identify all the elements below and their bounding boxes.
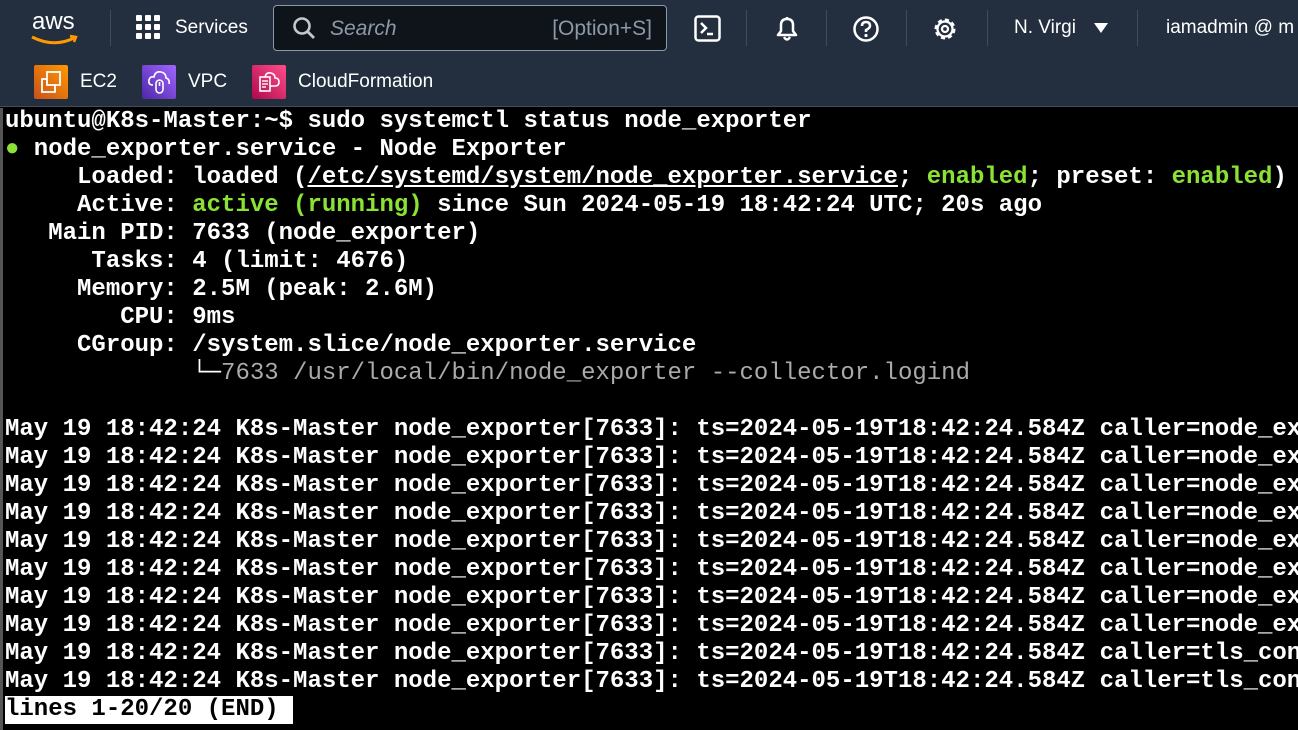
terminal-line: CPU: 9ms [3, 304, 1298, 332]
services-button[interactable]: Services [136, 14, 256, 44]
terminal-text: Main PID: 7633 (node_exporter) [5, 220, 481, 247]
terminal-text: Tasks: 4 (limit: 4676) [5, 248, 409, 275]
pager-status-line: lines 1-20/20 (END) [3, 696, 1298, 724]
terminal-text: ; preset: [1027, 164, 1172, 191]
terminal-text: ubuntu@K8s-Master:~$ sudo systemctl stat… [5, 108, 812, 135]
search-input[interactable]: Search [Option+S] [273, 5, 667, 51]
grid-icon [136, 15, 160, 39]
terminal-text: Loaded: loaded ( [5, 164, 308, 191]
terminal-text: CGroup: /system.slice/node_exporter.serv… [5, 332, 697, 359]
terminal-line: May 19 18:42:24 K8s-Master node_exporter… [3, 668, 1298, 696]
terminal-line: May 19 18:42:24 K8s-Master node_exporter… [3, 556, 1298, 584]
terminal-text: node_exporter.service - Node Exporter [19, 136, 567, 163]
terminal-text: May 19 18:42:24 K8s-Master node_exporter… [5, 556, 1298, 583]
vpc-icon [142, 65, 176, 99]
terminal-line: May 19 18:42:24 K8s-Master node_exporter… [3, 500, 1298, 528]
terminal-text: active (running) [192, 192, 423, 219]
terminal-line: May 19 18:42:24 K8s-Master node_exporter… [3, 528, 1298, 556]
terminal-text: May 19 18:42:24 K8s-Master node_exporter… [5, 640, 1298, 667]
terminal-text: May 19 18:42:24 K8s-Master node_exporter… [5, 416, 1298, 443]
terminal-line: May 19 18:42:24 K8s-Master node_exporter… [3, 444, 1298, 472]
terminal-line: May 19 18:42:24 K8s-Master node_exporter… [3, 640, 1298, 668]
terminal-line: Active: active (running) since Sun 2024-… [3, 192, 1298, 220]
terminal-line: └─7633 /usr/local/bin/node_exporter --co… [3, 360, 1298, 388]
terminal-line: May 19 18:42:24 K8s-Master node_exporter… [3, 472, 1298, 500]
terminal-line: CGroup: /system.slice/node_exporter.serv… [3, 332, 1298, 360]
terminal-text: May 19 18:42:24 K8s-Master node_exporter… [5, 472, 1298, 499]
favorite-cloudformation[interactable]: CloudFormation [252, 65, 433, 99]
pager-status: lines 1-20/20 (END) [5, 696, 293, 724]
favorite-vpc[interactable]: VPC [142, 65, 227, 99]
ec2-icon [34, 65, 68, 99]
terminal-line: May 19 18:42:24 K8s-Master node_exporter… [3, 416, 1298, 444]
terminal-text: ) [1272, 164, 1287, 191]
terminal-line: Tasks: 4 (limit: 4676) [3, 248, 1298, 276]
terminal-line: May 19 18:42:24 K8s-Master node_exporter… [3, 584, 1298, 612]
aws-logo[interactable]: aws [31, 8, 84, 46]
terminal-text: May 19 18:42:24 K8s-Master node_exporter… [5, 584, 1298, 611]
terminal-text: enabled [926, 164, 1028, 191]
top-navigation: aws Services Search [Option+S] N. Virgi … [0, 0, 1298, 56]
gear-icon[interactable] [931, 15, 959, 43]
terminal-text: May 19 18:42:24 K8s-Master node_exporter… [5, 612, 1298, 639]
terminal-text: Memory: 2.5M (peak: 2.6M) [5, 276, 438, 303]
terminal-line: Loaded: loaded (/etc/systemd/system/node… [3, 164, 1298, 192]
terminal-text: CPU: 9ms [5, 304, 236, 331]
terminal-text: /etc/systemd/system/node_exporter.servic… [307, 164, 898, 191]
terminal-text: ; [897, 164, 927, 191]
status-dot-icon: ● [5, 136, 20, 163]
terminal-text: since Sun 2024-05-19 18:42:24 UTC; 20s a… [422, 192, 1042, 219]
terminal-text: Active: [5, 192, 193, 219]
cloudformation-icon [252, 65, 286, 99]
bell-icon[interactable] [773, 14, 801, 44]
terminal-line: ● node_exporter.service - Node Exporter [3, 136, 1298, 164]
terminal-text: May 19 18:42:24 K8s-Master node_exporter… [5, 444, 1298, 471]
terminal-text: 7633 /usr/local/bin/node_exporter --coll… [221, 360, 970, 387]
search-icon [293, 17, 315, 39]
terminal-text: May 19 18:42:24 K8s-Master node_exporter… [5, 500, 1298, 527]
help-icon[interactable] [852, 15, 880, 43]
terminal-line: Main PID: 7633 (node_exporter) [3, 220, 1298, 248]
aws-smile-icon [31, 34, 78, 45]
terminal-text: May 19 18:42:24 K8s-Master node_exporter… [5, 528, 1298, 555]
account-menu[interactable]: iamadmin @ m [1166, 17, 1294, 39]
terminal-line: May 19 18:42:24 K8s-Master node_exporter… [3, 612, 1298, 640]
terminal-text: enabled [1171, 164, 1273, 191]
region-selector[interactable]: N. Virgi [1014, 0, 1114, 56]
caret-down-icon [1094, 23, 1108, 33]
terminal-text: May 19 18:42:24 K8s-Master node_exporter… [5, 668, 1298, 695]
terminal-line: Memory: 2.5M (peak: 2.6M) [3, 276, 1298, 304]
cloudshell-icon[interactable] [694, 15, 722, 43]
favorites-bar: EC2 VPC CloudFormation [0, 56, 1298, 107]
terminal-output[interactable]: ubuntu@K8s-Master:~$ sudo systemctl stat… [0, 108, 1298, 730]
terminal-line: ubuntu@K8s-Master:~$ sudo systemctl stat… [3, 108, 1298, 136]
terminal-text: └─ [5, 360, 222, 387]
favorite-ec2[interactable]: EC2 [34, 65, 117, 99]
